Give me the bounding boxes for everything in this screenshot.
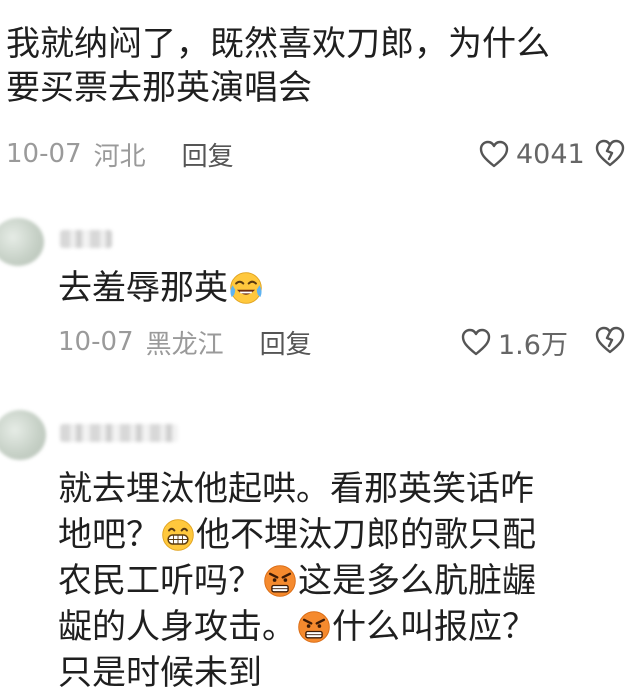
avatar[interactable]	[0, 410, 46, 460]
reply-1-location: 黑龙江	[145, 329, 224, 360]
reply-1-text: 去羞辱那英	[58, 266, 264, 310]
comment-1-location: 河北	[93, 141, 146, 172]
broken-heart-icon	[594, 326, 626, 360]
comment-1-meta: 10-07 河北 回复	[6, 136, 234, 173]
heart-icon	[460, 327, 492, 357]
reply-1-dislike-button[interactable]	[594, 324, 626, 360]
broken-heart-icon	[594, 139, 626, 173]
comment-1-like-count: 4041	[516, 138, 585, 170]
reply-1-like-button[interactable]: 1.6万	[460, 325, 568, 361]
reply-1-reply-button[interactable]: 回复	[260, 324, 312, 361]
comment-1-reply-button[interactable]: 回复	[182, 136, 234, 173]
username-blurred[interactable]	[60, 424, 178, 442]
reply-1-date: 10-07	[58, 327, 134, 357]
heart-icon	[478, 139, 510, 169]
angry-emoji	[262, 563, 298, 599]
crying-laughing-emoji	[228, 270, 264, 306]
comment-1-date: 10-07	[6, 139, 82, 169]
reply-1-like-count: 1.6万	[498, 329, 568, 361]
comment-1-dislike-button[interactable]	[594, 137, 626, 173]
comment-1-text: 我就纳闷了，既然喜欢刀郎，为什么 要买票去那英演唱会	[6, 22, 550, 110]
comment-1-line-1: 我就纳闷了，既然喜欢刀郎，为什么	[6, 24, 550, 64]
comment-1-line-2: 要买票去那英演唱会	[6, 68, 312, 108]
avatar[interactable]	[0, 218, 44, 266]
angry-emoji	[296, 609, 332, 645]
username-blurred[interactable]	[60, 230, 112, 248]
reply-1-meta: 10-07 黑龙江 回复	[58, 324, 312, 361]
comment-1-like-button[interactable]: 4041	[478, 137, 585, 171]
reply-2-text: 就去埋汰他起哄。看那英笑话咋 地吧？ 他不埋汰刀郎的歌只配 农民工听吗？ 这是多…	[58, 469, 536, 693]
comment-thread: 我就纳闷了，既然喜欢刀郎，为什么 要买票去那英演唱会 10-07 河北 回复 4…	[0, 0, 640, 696]
grinning-emoji	[160, 517, 196, 553]
